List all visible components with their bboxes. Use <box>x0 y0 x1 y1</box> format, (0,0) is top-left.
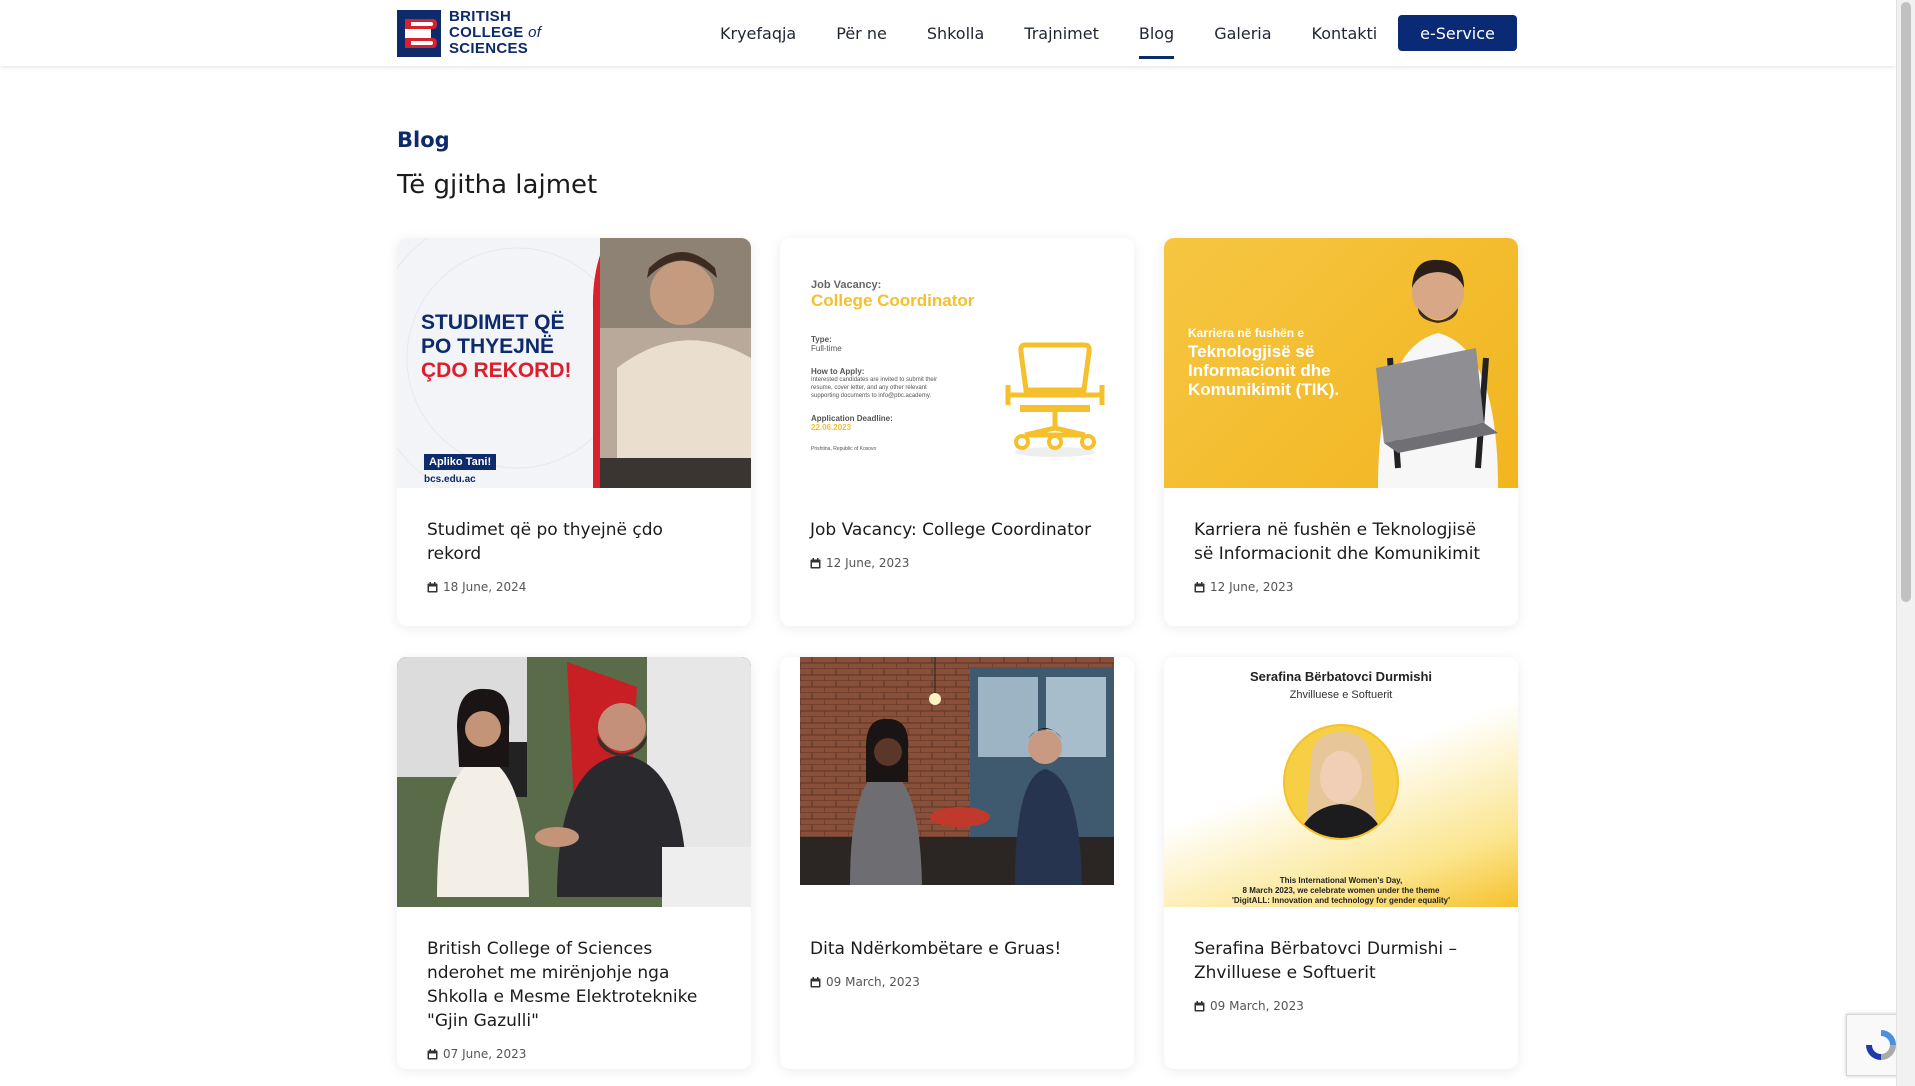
site-logo[interactable]: BRITISH COLLEGE of SCIENCES <box>397 9 557 57</box>
thumb-type-label: Type: <box>811 335 832 344</box>
blog-card[interactable]: Serafina Bërbatovci Durmishi Zhvilluese … <box>1164 657 1518 1069</box>
portrait-avatar <box>1283 724 1399 840</box>
nav-item-kontakti[interactable]: Kontakti <box>1312 18 1378 49</box>
post-date: 09 March, 2023 <box>1194 999 1488 1013</box>
post-date: 12 June, 2023 <box>1194 580 1488 594</box>
nav-item-blog[interactable]: Blog <box>1138 18 1175 59</box>
post-title[interactable]: British College of Sciences nderohet me … <box>427 937 721 1033</box>
thumb-headline: PO THYEJNË <box>421 335 555 358</box>
thumb-how-text: Interested candidates are invited to sub… <box>811 377 938 399</box>
calendar-icon <box>1194 581 1205 592</box>
post-date: 12 June, 2023 <box>810 556 1104 570</box>
calendar-icon <box>427 581 438 592</box>
thumb-cta-badge: Apliko Tani! <box>424 454 497 470</box>
thumb-caption: 'DigitALL: Innovation and technology for… <box>1231 896 1451 905</box>
calendar-icon <box>1194 1000 1205 1011</box>
calendar-icon <box>810 557 821 568</box>
thumb-headline: STUDIMET QË <box>421 311 565 334</box>
post-date: 18 June, 2024 <box>427 580 721 594</box>
thumb-location: Prishtina, Republic of Kosovo <box>811 446 877 452</box>
nav-item-galeria[interactable]: Galeria <box>1214 18 1271 49</box>
post-title[interactable]: Serafina Bërbatovci Durmishi – Zhvillues… <box>1194 937 1488 985</box>
nav-item-shkolla[interactable]: Shkolla <box>927 18 984 49</box>
post-date: 07 June, 2023 <box>427 1047 721 1061</box>
thumb-role: Zhvilluese e Softuerit <box>1289 689 1393 701</box>
page-kicker: Blog <box>397 128 450 152</box>
post-title[interactable]: Dita Ndërkombëtare e Gruas! <box>810 937 1104 961</box>
blog-card[interactable]: STUDIMET QË PO THYEJNË ÇDO REKORD! Aplik… <box>397 238 751 626</box>
blog-card[interactable]: Karriera në fushën e Teknologjisë së Inf… <box>1164 238 1518 626</box>
logo-wordmark: BRITISH COLLEGE of SCIENCES <box>449 8 542 57</box>
post-thumbnail[interactable]: Job Vacancy: College Coordinator Type: F… <box>780 238 1134 488</box>
thumb-headline: Teknologjisë së Informacionit dhe Komuni… <box>1188 342 1340 399</box>
nav-item-trajnimet[interactable]: Trajnimet <box>1024 18 1099 49</box>
thumb-kicker: Job Vacancy: <box>811 279 882 291</box>
post-title[interactable]: Job Vacancy: College Coordinator <box>810 518 1104 542</box>
thumb-headline: College Coordinator <box>811 291 975 310</box>
thumb-headline: ÇDO REKORD! <box>421 359 572 382</box>
blog-card[interactable]: British College of Sciences nderohet me … <box>397 657 751 1069</box>
post-date: 09 March, 2023 <box>810 975 1104 989</box>
nav-item-per-ne[interactable]: Për ne <box>836 18 887 49</box>
office-chair-icon <box>1005 342 1105 457</box>
page-title: Të gjitha lajmet <box>397 170 598 200</box>
calendar-icon <box>427 1048 438 1059</box>
recaptcha-icon <box>1866 1030 1896 1060</box>
nav-item-kryefaqja[interactable]: Kryefaqja <box>720 18 796 49</box>
post-thumbnail[interactable] <box>780 657 1134 907</box>
post-thumbnail[interactable]: Karriera në fushën e Teknologjisë së Inf… <box>1164 238 1518 488</box>
thumb-type-value: Full-time <box>811 344 842 353</box>
blog-card[interactable]: Dita Ndërkombëtare e Gruas! 09 March, 20… <box>780 657 1134 1069</box>
post-thumbnail[interactable] <box>397 657 751 907</box>
thumb-kicker: Karriera në fushën e <box>1188 326 1305 340</box>
thumb-url: bcs.edu.ac <box>424 474 476 485</box>
thumb-caption: 8 March 2023, we celebrate women under t… <box>1242 886 1440 895</box>
thumb-deadline-value: 22.06.2023 <box>811 423 852 432</box>
thumb-name: Serafina Bërbatovci Durmishi <box>1249 669 1433 684</box>
blog-card[interactable]: Job Vacancy: College Coordinator Type: F… <box>780 238 1134 626</box>
thumb-how-label: How to Apply: <box>811 367 865 376</box>
main-nav: Kryefaqja Për ne Shkolla Trajnimet Blog … <box>720 0 1417 66</box>
logo-mark-icon <box>397 9 441 57</box>
thumb-deadline-label: Application Deadline: <box>811 414 893 423</box>
scrollbar-thumb[interactable] <box>1901 2 1911 602</box>
calendar-icon <box>810 976 821 987</box>
page-scrollbar[interactable] <box>1896 0 1915 1086</box>
thumb-caption: This International Women's Day, <box>1279 876 1403 885</box>
post-title[interactable]: Studimet që po thyejnë çdo rekord <box>427 518 721 566</box>
post-title[interactable]: Karriera në fushën e Teknologjisë së Inf… <box>1194 518 1488 566</box>
post-thumbnail[interactable]: Serafina Bërbatovci Durmishi Zhvilluese … <box>1164 657 1518 907</box>
eservice-button[interactable]: e-Service <box>1398 15 1517 51</box>
post-thumbnail[interactable]: STUDIMET QË PO THYEJNË ÇDO REKORD! Aplik… <box>397 238 751 488</box>
